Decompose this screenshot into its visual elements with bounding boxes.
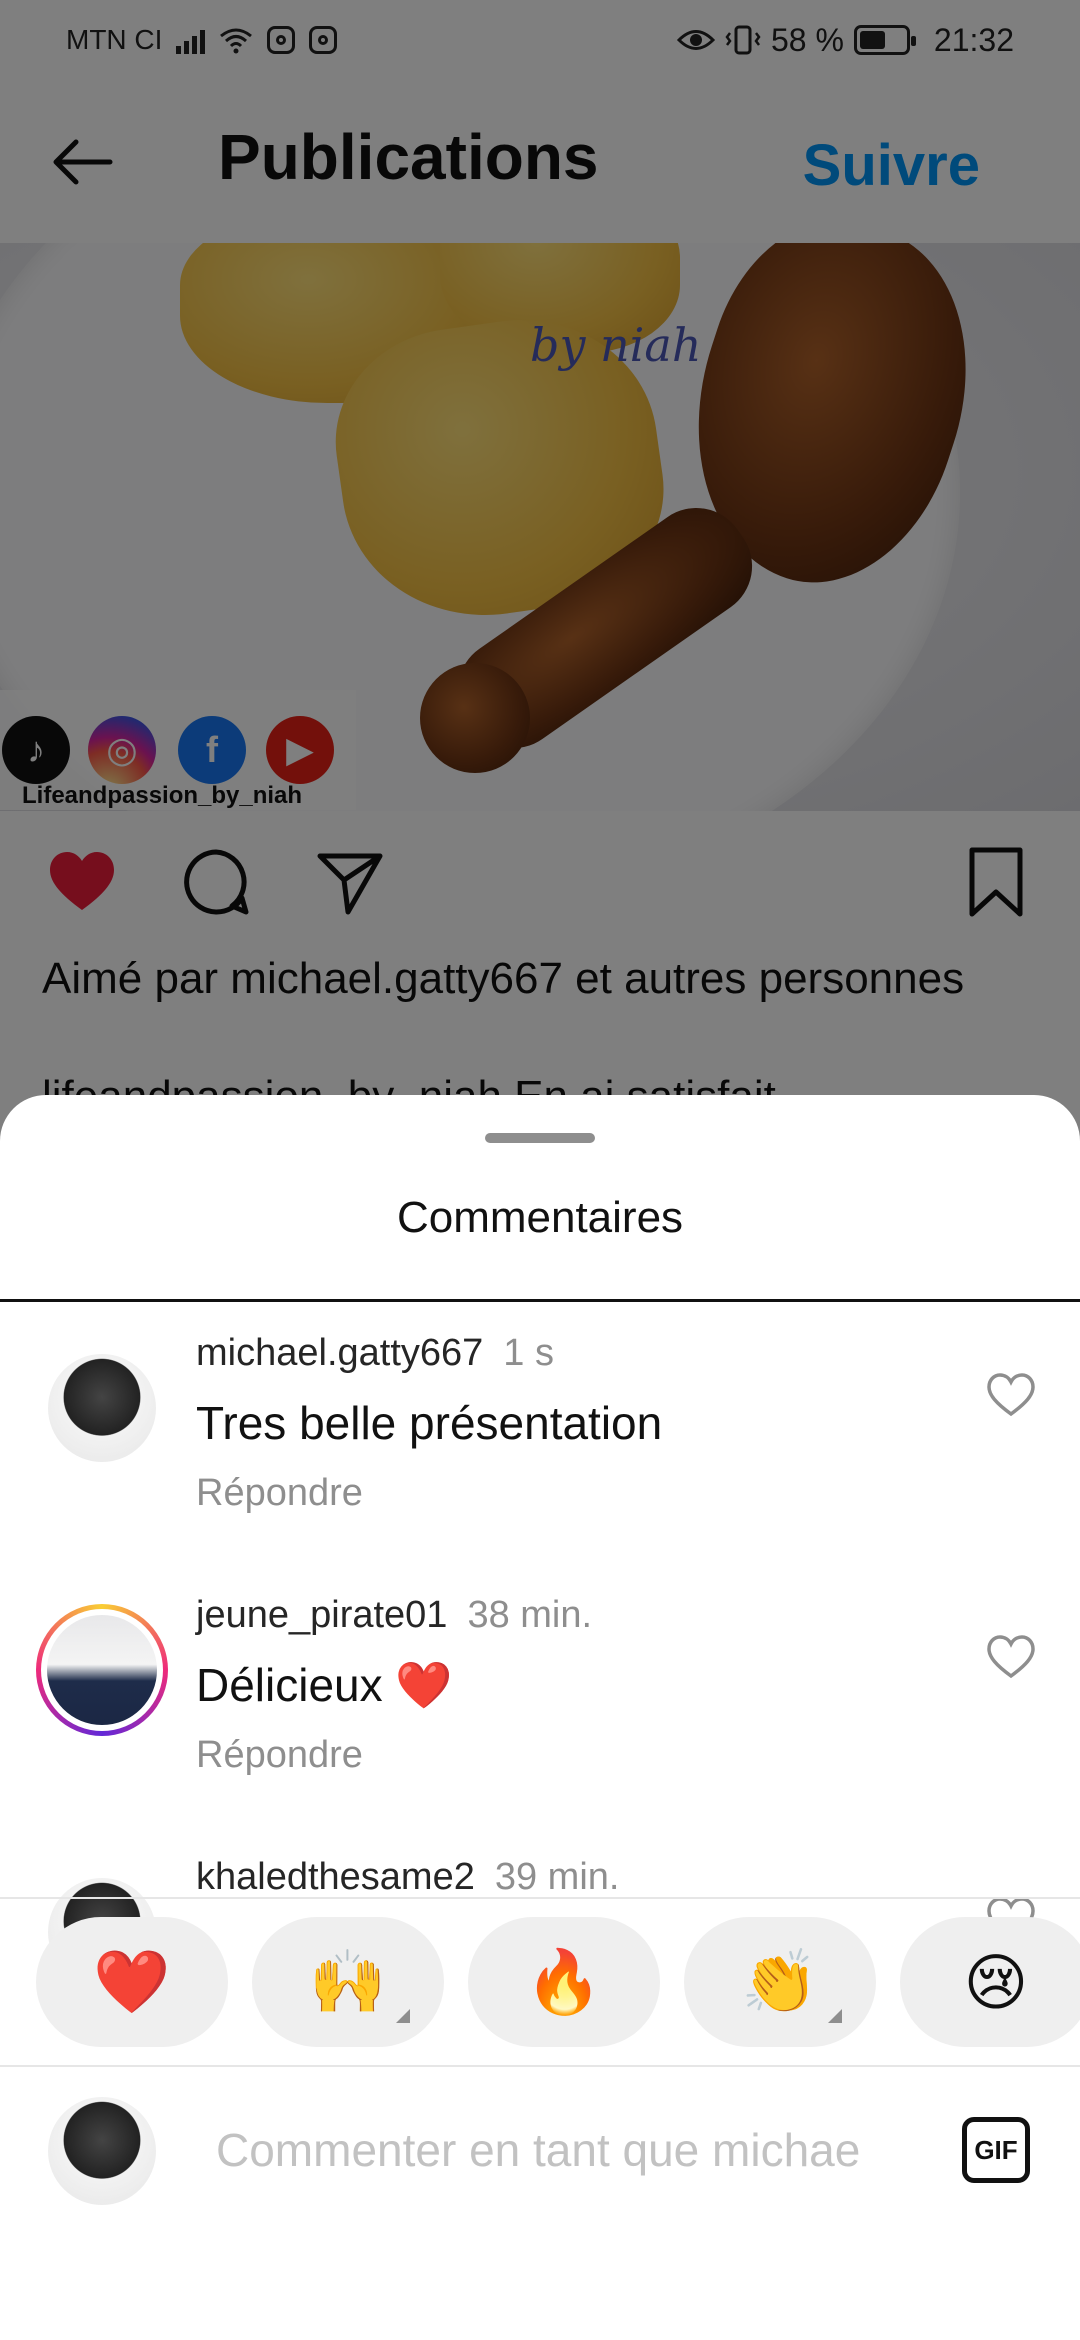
reaction-emoji: 😢: [963, 1945, 1029, 2019]
comment-meta: michael.gatty667 1 s: [196, 1332, 554, 1375]
comment-time: 39 min.: [494, 1856, 620, 1898]
reaction-clap-button[interactable]: 👏: [684, 1917, 876, 2047]
comments-list[interactable]: michael.gatty667 1 s Tres belle présentat…: [0, 1302, 1080, 1992]
comment-username[interactable]: michael.gatty667: [196, 1332, 483, 1374]
comment-text: Tres belle présentation: [196, 1397, 663, 1449]
reply-button[interactable]: Répondre: [196, 1472, 363, 1515]
reply-button[interactable]: Répondre: [196, 1734, 363, 1777]
comment-time: 1 s: [503, 1332, 554, 1374]
comment-item: jeune_pirate01 38 min. Délicieux ❤️ Répon…: [0, 1564, 1080, 1826]
gif-button[interactable]: GIF: [962, 2117, 1030, 2183]
comment-time: 38 min.: [467, 1594, 593, 1636]
comment-item: michael.gatty667 1 s Tres belle présentat…: [0, 1302, 1080, 1564]
quick-reactions: ❤️ 🙌 🔥 👏 😢: [0, 1917, 1080, 2049]
comment-username[interactable]: jeune_pirate01: [196, 1594, 447, 1636]
avatar[interactable]: [48, 1354, 156, 1462]
drag-handle[interactable]: [485, 1133, 595, 1143]
avatar: [48, 2097, 156, 2205]
comment-meta: jeune_pirate01 38 min.: [196, 1594, 592, 1637]
sheet-title: Commentaires: [396, 1193, 684, 1242]
avatar: [47, 1615, 157, 1725]
divider: [0, 1897, 1080, 1899]
heart-outline-icon[interactable]: [986, 1634, 1036, 1680]
reaction-emoji: 👏: [741, 1945, 819, 2018]
reaction-emoji: 🔥: [525, 1945, 603, 2018]
comment-username[interactable]: khaledthesame2: [196, 1856, 475, 1898]
skin-tone-indicator: [828, 2009, 842, 2023]
reaction-emoji: 🙌: [309, 1945, 387, 2018]
heart-outline-icon[interactable]: [986, 1372, 1036, 1418]
divider: [0, 2065, 1080, 2067]
comment-input[interactable]: [216, 2115, 916, 2185]
comment-text: Délicieux ❤️: [196, 1659, 453, 1711]
reaction-raised-hands-button[interactable]: 🙌: [252, 1917, 444, 2047]
comments-sheet: Commentaires michael.gatty667 1 s Tres be…: [0, 1095, 1080, 2340]
reaction-heart-button[interactable]: ❤️: [36, 1917, 228, 2047]
reaction-fire-button[interactable]: 🔥: [468, 1917, 660, 2047]
comment-meta: khaledthesame2 39 min.: [196, 1856, 619, 1899]
story-ring-avatar[interactable]: [36, 1604, 168, 1736]
skin-tone-indicator: [396, 2009, 410, 2023]
reaction-crying-button[interactable]: 😢: [900, 1917, 1080, 2047]
reaction-emoji: ❤️: [93, 1945, 171, 2018]
